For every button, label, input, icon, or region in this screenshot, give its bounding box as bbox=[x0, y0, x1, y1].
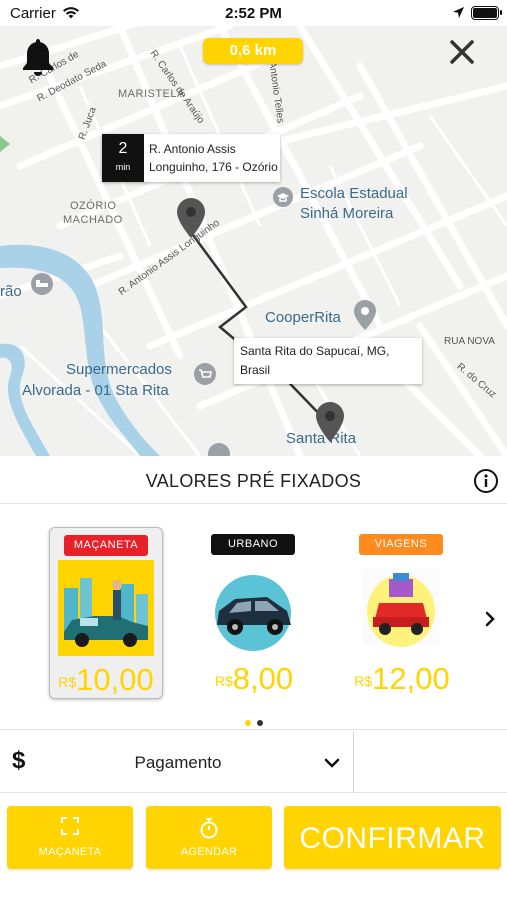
car-city-illustration-icon bbox=[58, 560, 154, 656]
travel-car-icon bbox=[363, 569, 439, 647]
hotel-icon bbox=[31, 273, 53, 295]
origin-callout: 2 min R. Antonio Assis Longuinho, 176 - … bbox=[102, 134, 280, 182]
poi-escola-line1: Escola Estadual bbox=[300, 185, 408, 202]
origin-address: R. Antonio Assis Longuinho, 176 - Ozório bbox=[149, 140, 278, 176]
ride-badge-urbano: URBANO bbox=[211, 534, 295, 555]
poi-partial-icon bbox=[208, 443, 230, 456]
eta-unit: min bbox=[115, 162, 131, 172]
destination-callout: Santa Rita do Sapucaí, MG, Brasil bbox=[234, 338, 422, 384]
urban-car-icon bbox=[215, 575, 291, 651]
ride-price-urbano: R$8,00 bbox=[197, 661, 311, 697]
poi-cooperrita: CooperRita bbox=[265, 309, 341, 326]
pagination-dot bbox=[256, 720, 263, 726]
map-label-ozorio: OZÓRIO bbox=[70, 200, 117, 212]
action-bar: MAÇANETA AGENDAR CONFIRMAR bbox=[0, 794, 507, 900]
payment-select[interactable]: Pagamento bbox=[60, 753, 296, 773]
map-view[interactable]: MARISTELA OZÓRIO MACHADO R. Carlos de R.… bbox=[0, 26, 507, 456]
agendar-button[interactable]: AGENDAR bbox=[146, 806, 272, 869]
info-icon[interactable] bbox=[473, 468, 499, 494]
notification-bell-icon[interactable] bbox=[20, 36, 56, 78]
ride-price-value: 8,00 bbox=[232, 661, 294, 696]
map-label-machado: MACHADO bbox=[63, 214, 123, 226]
payment-divider bbox=[353, 731, 354, 793]
shopping-cart-icon bbox=[194, 363, 216, 385]
clock-label: 2:52 PM bbox=[225, 5, 282, 22]
ride-card-macaneta[interactable]: MAÇANETA R$10,00 bbox=[49, 527, 163, 699]
dollar-icon: $ bbox=[12, 747, 26, 774]
macaneta-button-label: MAÇANETA bbox=[38, 846, 102, 858]
school-icon bbox=[273, 187, 293, 207]
agendar-button-label: AGENDAR bbox=[180, 846, 238, 858]
ride-price-viagens: R$12,00 bbox=[345, 661, 459, 697]
fixed-prices-header: VALORES PRÉ FIXADOS bbox=[0, 456, 507, 504]
ride-badge-viagens: VIAGENS bbox=[359, 534, 443, 555]
confirmar-button[interactable]: CONFIRMAR bbox=[284, 806, 501, 869]
stopwatch-icon bbox=[200, 818, 218, 839]
ride-price-currency: R$ bbox=[58, 674, 77, 690]
destination-line2: Brasil bbox=[240, 363, 271, 377]
destination-pin-icon bbox=[316, 402, 344, 442]
battery-icon bbox=[471, 6, 502, 20]
close-icon[interactable] bbox=[448, 38, 476, 66]
destination-line1: Santa Rita do Sapucaí, MG, bbox=[240, 344, 390, 358]
street-label-rua-nova: RUA NOVA bbox=[444, 336, 495, 347]
status-bar: Carrier 2:52 PM bbox=[0, 0, 507, 26]
ride-card-urbano[interactable]: URBANO R$8,00 bbox=[197, 527, 311, 699]
ride-price-currency: R$ bbox=[354, 673, 373, 689]
cooperrita-pin-icon bbox=[354, 300, 376, 330]
ride-price-currency: R$ bbox=[214, 673, 233, 689]
section-title: VALORES PRÉ FIXADOS bbox=[145, 471, 362, 491]
location-arrow-icon bbox=[453, 7, 464, 18]
poi-escola-line2: Sinhá Moreira bbox=[300, 205, 394, 222]
origin-address-line1: R. Antonio Assis bbox=[149, 142, 236, 156]
pagination-dot-active bbox=[244, 720, 251, 726]
eta-value: 2 bbox=[118, 140, 128, 157]
ride-price-value: 12,00 bbox=[372, 661, 450, 696]
origin-eta: 2 min bbox=[102, 134, 144, 182]
poi-supermercados-line1: Supermercados bbox=[66, 361, 172, 378]
ride-badge-macaneta: MAÇANETA bbox=[64, 535, 148, 556]
ride-price-value: 10,00 bbox=[76, 662, 154, 697]
poi-supermercados-line2: Alvorada - 01 Sta Rita bbox=[22, 382, 169, 399]
chevron-down-icon[interactable] bbox=[324, 757, 340, 769]
ride-price-macaneta: R$10,00 bbox=[50, 662, 162, 698]
origin-pin-icon bbox=[177, 198, 205, 238]
origin-address-line2: Longuinho, 176 - Ozório bbox=[149, 160, 278, 174]
confirmar-button-label: CONFIRMAR bbox=[299, 822, 486, 855]
macaneta-button[interactable]: MAÇANETA bbox=[7, 806, 133, 869]
poi-rao: rão bbox=[0, 283, 22, 300]
payment-row[interactable]: $ Pagamento bbox=[0, 731, 507, 793]
distance-badge: 0,6 km bbox=[203, 38, 303, 64]
chevron-right-icon[interactable] bbox=[482, 609, 498, 629]
carousel-pagination bbox=[0, 713, 507, 726]
ride-card-viagens[interactable]: VIAGENS R$12,00 bbox=[345, 527, 459, 699]
expand-icon bbox=[61, 817, 79, 835]
ride-options-carousel[interactable]: MAÇANETA R$10,00 URBANO R$8,00 VIAGENS R… bbox=[0, 505, 507, 730]
